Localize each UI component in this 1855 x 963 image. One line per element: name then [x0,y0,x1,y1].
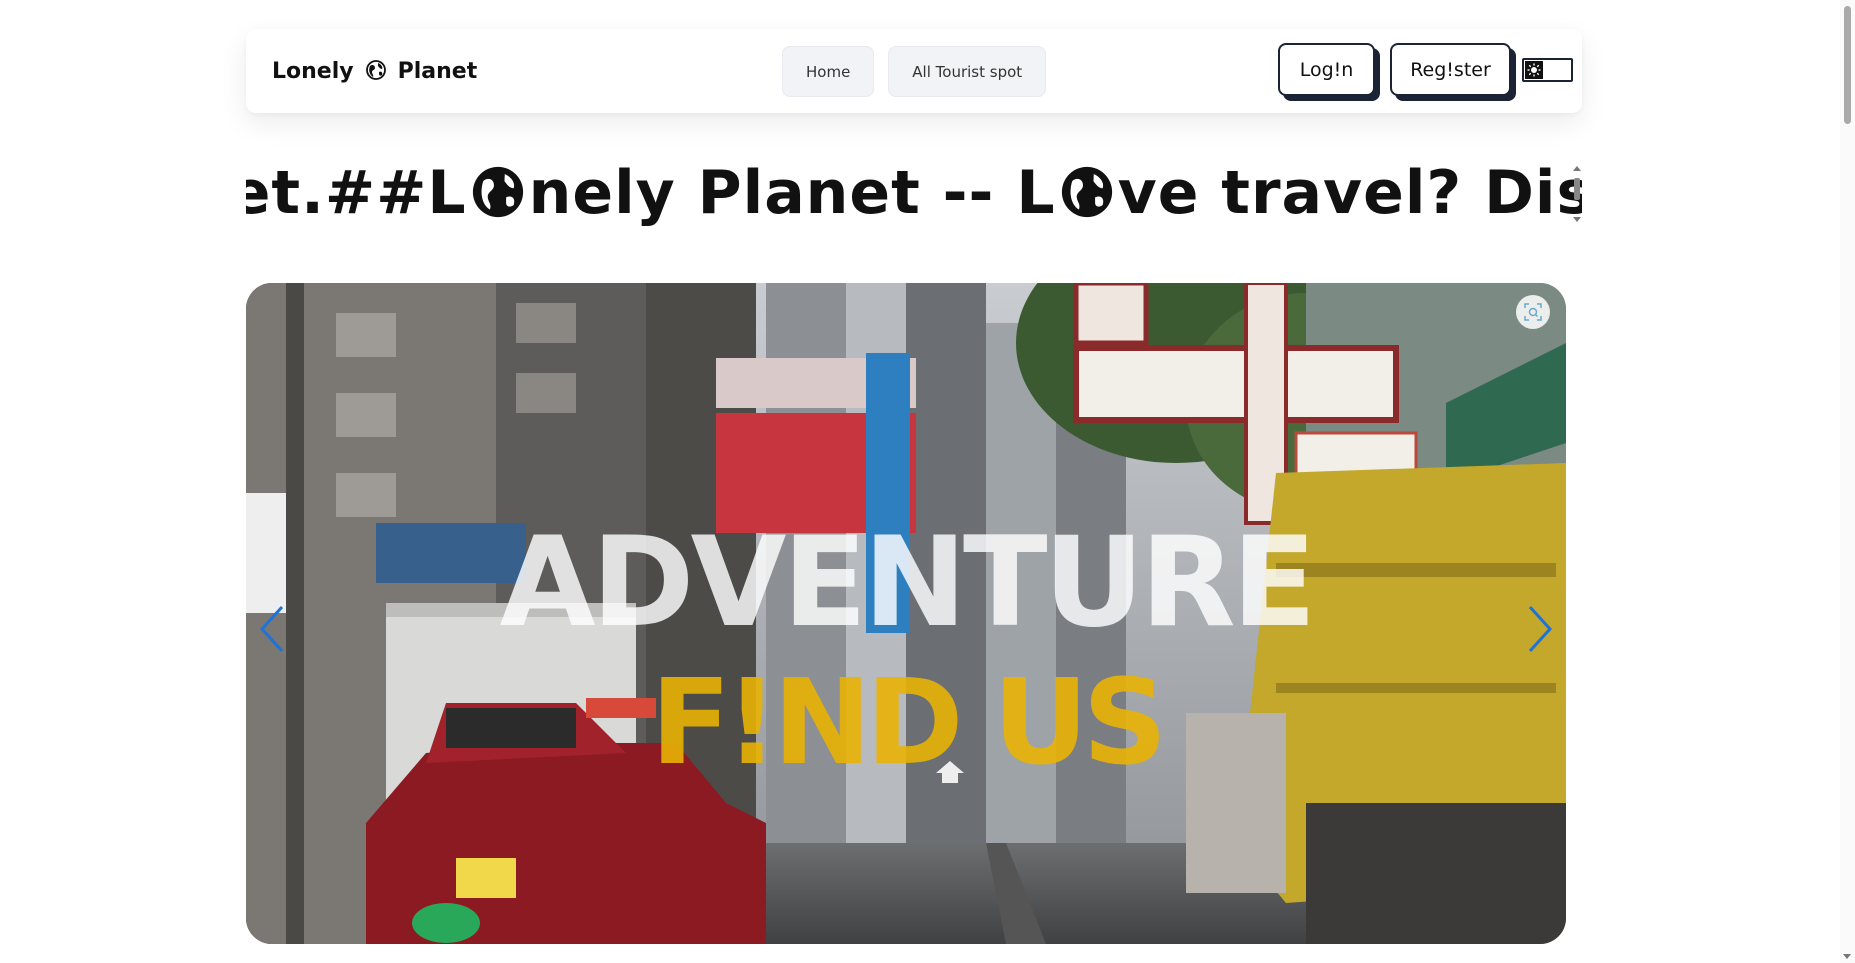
main-nav: Home All Tourist spot [782,46,1047,97]
marquee-banner: net.##L nely Planet -- L ve travel? Disc [246,150,1582,235]
marquee-segment: nely Planet -- L [528,158,1056,228]
register-button[interactable]: Reg!ster [1390,43,1511,96]
navbar: Lonely Planet Home All Tourist spot Log!… [246,29,1582,113]
marquee-scrollbar[interactable] [1572,166,1582,222]
nav-link-all-tourist-spot[interactable]: All Tourist spot [888,46,1047,97]
marquee-segment: net.##L [246,158,467,228]
globe-icon [365,60,386,80]
hero-title: ADVENTURE [499,511,1317,655]
chevron-right-icon[interactable] [1522,599,1558,659]
zoom-icon [1524,303,1542,321]
brand-word-right: Planet [397,58,478,84]
login-button[interactable]: Log!n [1278,43,1375,96]
marquee-text: net.##L nely Planet -- L ve travel? Disc [246,158,1582,228]
nav-actions: Log!n Reg!ster [1278,43,1582,96]
nav-link-home[interactable]: Home [782,46,875,97]
hero-slider: ADVENTURE F!ND US [246,283,1566,944]
brand-logo[interactable]: Lonely Planet [272,29,477,113]
theme-toggle[interactable] [1522,57,1573,82]
chevron-left-icon[interactable] [254,599,290,659]
scrollbar-thumb[interactable] [1844,6,1851,124]
page-scrollbar[interactable] [1840,0,1855,963]
marquee-segment: ve travel? Disc [1117,158,1582,228]
brand-word-left: Lonely [272,58,354,84]
scroll-down-icon[interactable] [1843,954,1851,959]
globe-icon [1061,166,1112,218]
zoom-button[interactable] [1516,295,1550,329]
hero-subtitle: F!ND US [650,653,1167,791]
globe-icon [472,166,523,218]
sun-icon [1525,60,1543,79]
